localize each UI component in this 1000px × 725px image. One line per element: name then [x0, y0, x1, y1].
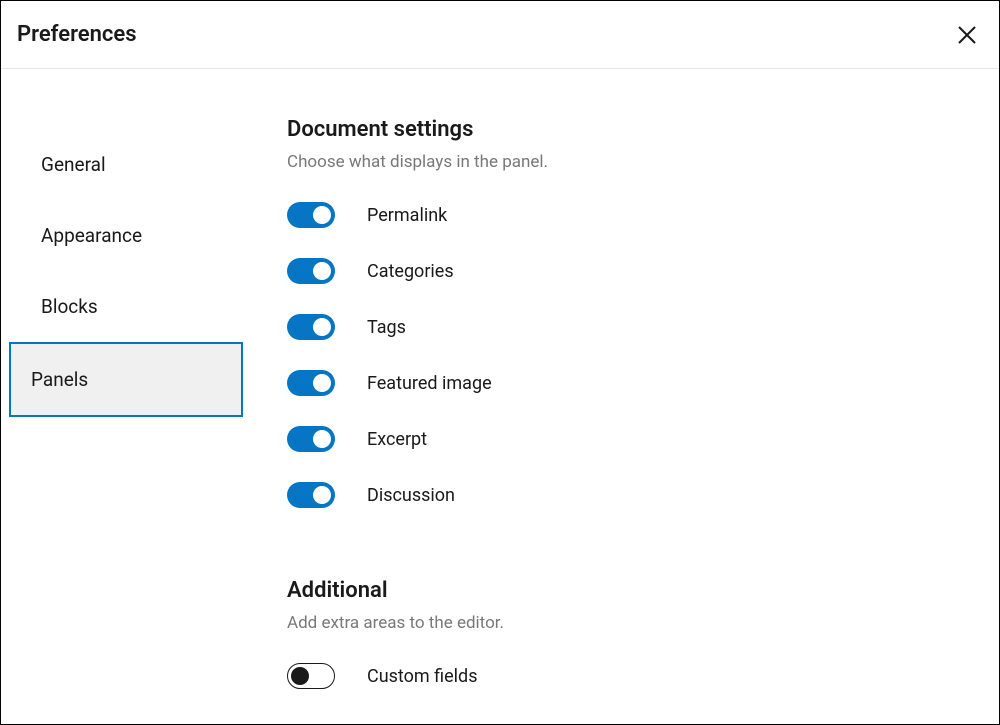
section-description: Choose what displays in the panel.	[287, 152, 969, 172]
dialog-title: Preferences	[17, 22, 137, 47]
toggle-custom-fields[interactable]	[287, 663, 335, 689]
tab-panels[interactable]: Panels	[9, 342, 243, 417]
toggle-label: Custom fields	[367, 666, 478, 687]
toggle-label: Discussion	[367, 485, 455, 506]
toggle-permalink[interactable]	[287, 202, 335, 228]
toggle-row-permalink: Permalink	[287, 202, 969, 228]
section-title: Document settings	[287, 117, 969, 142]
additional-section: Additional Add extra areas to the editor…	[287, 578, 969, 689]
toggle-tags[interactable]	[287, 314, 335, 340]
toggle-knob	[313, 318, 331, 336]
toggle-knob	[313, 262, 331, 280]
toggle-row-discussion: Discussion	[287, 482, 969, 508]
toggle-excerpt[interactable]	[287, 426, 335, 452]
preferences-panel-content: Document settings Choose what displays i…	[251, 69, 999, 724]
toggle-row-categories: Categories	[287, 258, 969, 284]
document-settings-section: Document settings Choose what displays i…	[287, 117, 969, 508]
toggle-knob	[313, 374, 331, 392]
toggle-knob	[313, 486, 331, 504]
section-title: Additional	[287, 578, 969, 603]
section-description: Add extra areas to the editor.	[287, 613, 969, 633]
toggle-label: Excerpt	[367, 429, 427, 450]
dialog-header: Preferences	[1, 1, 999, 69]
tab-general[interactable]: General	[9, 129, 243, 200]
tab-blocks[interactable]: Blocks	[9, 271, 243, 342]
toggle-row-tags: Tags	[287, 314, 969, 340]
toggle-knob	[291, 667, 309, 685]
toggle-featured-image[interactable]	[287, 370, 335, 396]
toggle-knob	[313, 430, 331, 448]
toggle-label: Permalink	[367, 205, 447, 226]
toggle-row-custom-fields: Custom fields	[287, 663, 969, 689]
toggle-row-featured-image: Featured image	[287, 370, 969, 396]
preferences-tabs: General Appearance Blocks Panels	[1, 69, 251, 724]
toggle-label: Featured image	[367, 373, 492, 394]
toggle-categories[interactable]	[287, 258, 335, 284]
tab-appearance[interactable]: Appearance	[9, 200, 243, 271]
toggle-discussion[interactable]	[287, 482, 335, 508]
toggle-knob	[313, 206, 331, 224]
close-icon[interactable]	[951, 19, 983, 51]
dialog-content: General Appearance Blocks Panels Documen…	[1, 69, 999, 724]
toggle-label: Tags	[367, 317, 406, 338]
toggle-label: Categories	[367, 261, 454, 282]
toggle-row-excerpt: Excerpt	[287, 426, 969, 452]
